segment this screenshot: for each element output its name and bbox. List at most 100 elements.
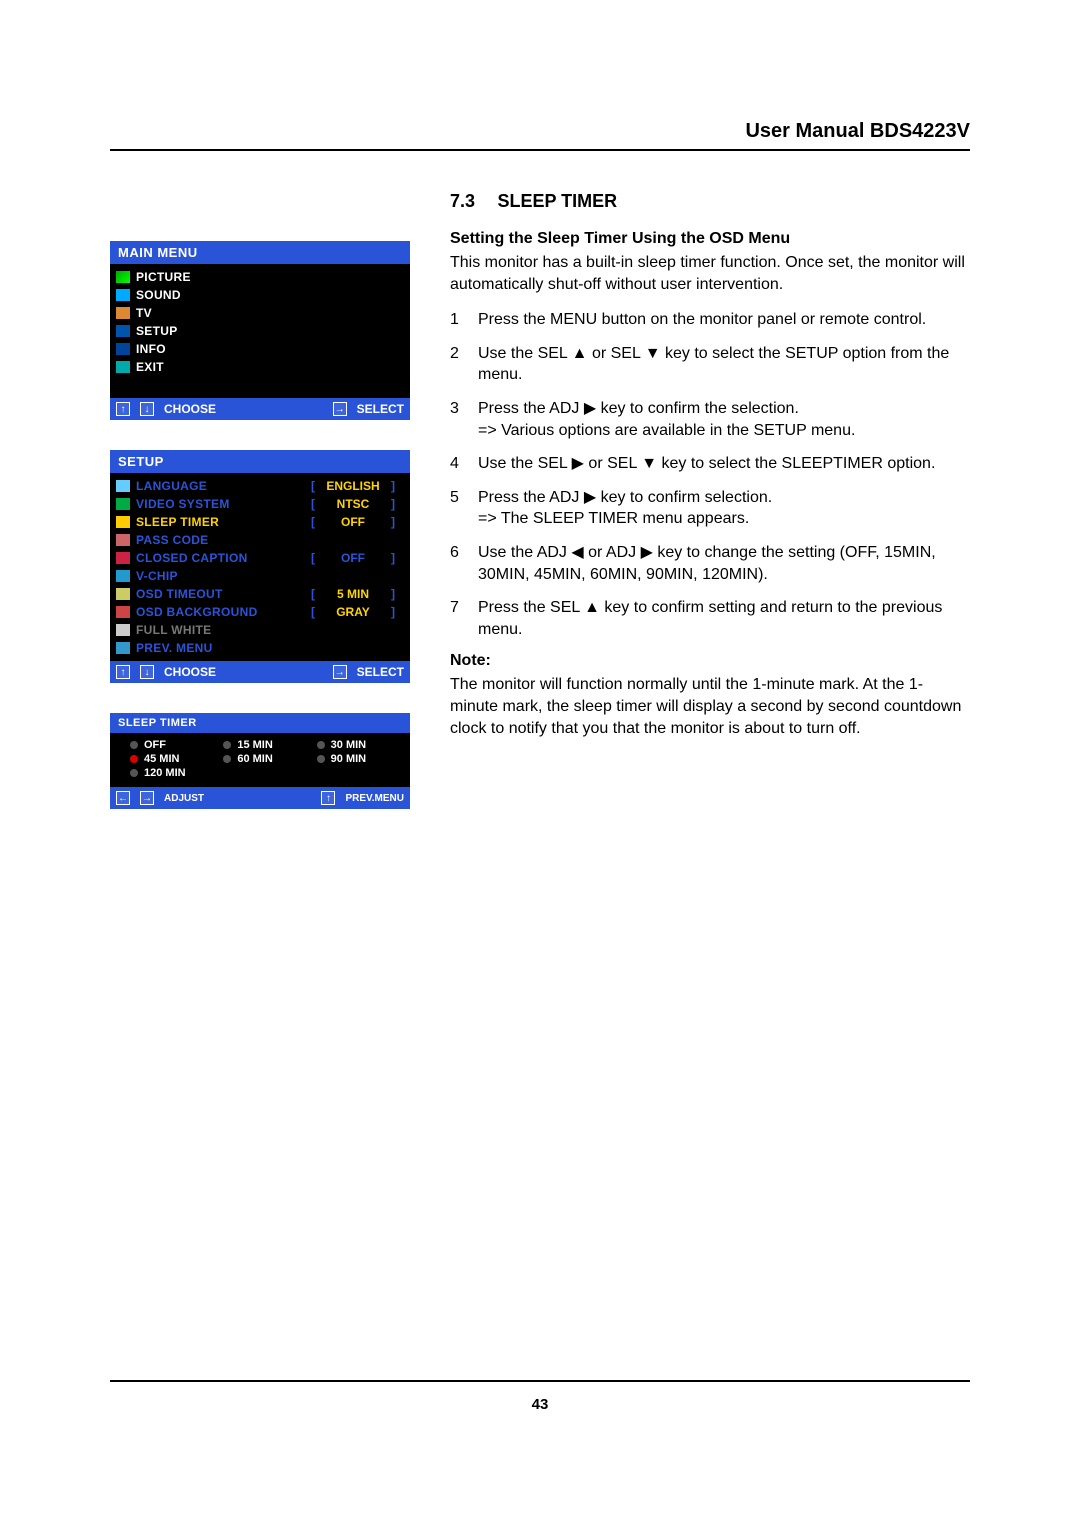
bracket-open: [ xyxy=(308,605,318,619)
radio-dot-icon xyxy=(223,741,231,749)
radio-dot-icon xyxy=(223,755,231,763)
select-label: SELECT xyxy=(357,665,404,679)
note-label: Note: xyxy=(450,652,970,670)
sleep-timer-option: 30 MIN xyxy=(317,739,402,751)
step-item: 1 Press the MENU button on the monitor pa… xyxy=(450,309,970,331)
menu-item-label: TV xyxy=(136,306,398,320)
bracket-close: ] xyxy=(388,551,398,565)
osd-sleep-timer-menu: SLEEP TIMER OFF 15 MIN 30 MIN 45 MIN 60 MIN 9… xyxy=(110,713,410,809)
arrow-down-icon: ↓ xyxy=(140,402,154,416)
sleep-timer-option: 90 MIN xyxy=(317,753,402,765)
menu-item-label: INFO xyxy=(136,342,398,356)
osd-sleep-timer-title: SLEEP TIMER xyxy=(110,713,410,733)
step-number: 1 xyxy=(450,309,464,331)
menu-item-label: PASS CODE xyxy=(136,533,398,547)
osd-setup-menu-footer: ↑ ↓ CHOOSE → SELECT xyxy=(110,661,410,683)
menu-item-value: 5 MIN xyxy=(318,587,388,601)
menu-item-icon xyxy=(116,480,130,492)
menu-item-icon xyxy=(116,642,130,654)
osd-sleep-timer-footer: ← → ADJUST ↑ PREV.MENU xyxy=(110,787,410,809)
step-item: 2Use the SEL ▲ or SEL ▼ key to select th… xyxy=(450,343,970,386)
menu-item-label: FULL WHITE xyxy=(136,623,398,637)
setup-menu-item: OSD TIMEOUT[5 MIN] xyxy=(110,585,404,603)
setup-menu-item: LANGUAGE[ENGLISH] xyxy=(110,477,404,495)
menu-item-icon xyxy=(116,289,130,301)
arrow-up-icon: ↑ xyxy=(116,665,130,679)
main-menu-item: SETUP xyxy=(110,322,404,340)
setup-menu-item: OSD BACKGROUND[GRAY] xyxy=(110,603,404,621)
page-number: 43 xyxy=(532,1396,549,1413)
menu-item-icon xyxy=(116,325,130,337)
main-menu-item: PICTURE xyxy=(110,268,404,286)
prev-menu-label: PREV.MENU xyxy=(345,793,404,804)
menu-item-label: PICTURE xyxy=(136,270,398,284)
setup-menu-item: CLOSED CAPTION[OFF] xyxy=(110,549,404,567)
menu-item-value: OFF xyxy=(318,515,388,529)
step-number: 7 xyxy=(450,597,464,640)
steps-list: 1 Press the MENU button on the monitor pa… xyxy=(450,309,970,640)
section-number: 7.3 xyxy=(450,191,475,212)
bracket-close: ] xyxy=(388,515,398,529)
option-label: 60 MIN xyxy=(237,753,272,765)
setup-menu-item: FULL WHITE xyxy=(110,621,404,639)
menu-item-label: V-CHIP xyxy=(136,569,398,583)
intro-paragraph: This monitor has a built-in sleep timer … xyxy=(450,252,970,295)
bracket-open: [ xyxy=(308,497,318,511)
sleep-timer-option: 45 MIN xyxy=(130,753,215,765)
setup-menu-item: PREV. MENU xyxy=(110,639,404,657)
arrow-down-icon: ↓ xyxy=(140,665,154,679)
osd-main-menu: MAIN MENU PICTURESOUNDTVSETUPINFOEXIT ↑ … xyxy=(110,241,410,420)
step-number: 2 xyxy=(450,343,464,386)
menu-item-icon xyxy=(116,516,130,528)
radio-dot-icon xyxy=(317,741,325,749)
menu-item-label: SOUND xyxy=(136,288,398,302)
menu-item-icon xyxy=(116,307,130,319)
osd-setup-menu-title: SETUP xyxy=(110,450,410,473)
menu-item-label: CLOSED CAPTION xyxy=(136,551,308,565)
option-label: 15 MIN xyxy=(237,739,272,751)
page-footer: 43 xyxy=(0,1380,1080,1413)
menu-item-label: SETUP xyxy=(136,324,398,338)
arrow-up-icon: ↑ xyxy=(116,402,130,416)
menu-item-icon xyxy=(116,343,130,355)
radio-dot-icon xyxy=(130,755,138,763)
step-item: 7 Press the SEL ▲ key to confirm setting… xyxy=(450,597,970,640)
sleep-timer-option: 60 MIN xyxy=(223,753,308,765)
menu-item-icon xyxy=(116,588,130,600)
menu-item-icon xyxy=(116,552,130,564)
page-header-title: User Manual BDS4223V xyxy=(110,120,970,149)
step-text: Use the SEL ▶ or SEL ▼ key to select the… xyxy=(478,453,935,475)
note-text: The monitor will function normally until… xyxy=(450,674,970,739)
main-menu-item: SOUND xyxy=(110,286,404,304)
bracket-close: ] xyxy=(388,479,398,493)
menu-item-icon xyxy=(116,606,130,618)
step-item: 4Use the SEL ▶ or SEL ▼ key to select th… xyxy=(450,453,970,475)
bracket-open: [ xyxy=(308,515,318,529)
bracket-close: ] xyxy=(388,497,398,511)
osd-screenshots-column: MAIN MENU PICTURESOUNDTVSETUPINFOEXIT ↑ … xyxy=(110,191,410,839)
sleep-timer-option: 120 MIN xyxy=(130,767,215,779)
menu-item-icon xyxy=(116,624,130,636)
step-number: 5 xyxy=(450,487,464,530)
menu-item-label: OSD TIMEOUT xyxy=(136,587,308,601)
option-label: 45 MIN xyxy=(144,753,179,765)
step-text: Press the SEL ▲ key to confirm setting a… xyxy=(478,597,970,640)
arrow-right-icon: → xyxy=(333,402,347,416)
menu-item-icon xyxy=(116,271,130,283)
menu-item-icon xyxy=(116,361,130,373)
step-text: Press the MENU button on the monitor pan… xyxy=(478,309,926,331)
step-text: Press the ADJ ▶ key to confirm selection… xyxy=(478,487,772,530)
option-label: 120 MIN xyxy=(144,767,186,779)
option-label: OFF xyxy=(144,739,166,751)
menu-item-value: GRAY xyxy=(318,605,388,619)
choose-label: CHOOSE xyxy=(164,665,216,679)
arrow-left-icon: ← xyxy=(116,791,130,805)
menu-item-value: NTSC xyxy=(318,497,388,511)
bracket-open: [ xyxy=(308,479,318,493)
menu-item-label: LANGUAGE xyxy=(136,479,308,493)
menu-item-icon xyxy=(116,534,130,546)
arrow-right-icon: → xyxy=(333,665,347,679)
menu-item-label: SLEEP TIMER xyxy=(136,515,308,529)
step-number: 6 xyxy=(450,542,464,585)
section-subhead: Setting the Sleep Timer Using the OSD Me… xyxy=(450,230,970,248)
